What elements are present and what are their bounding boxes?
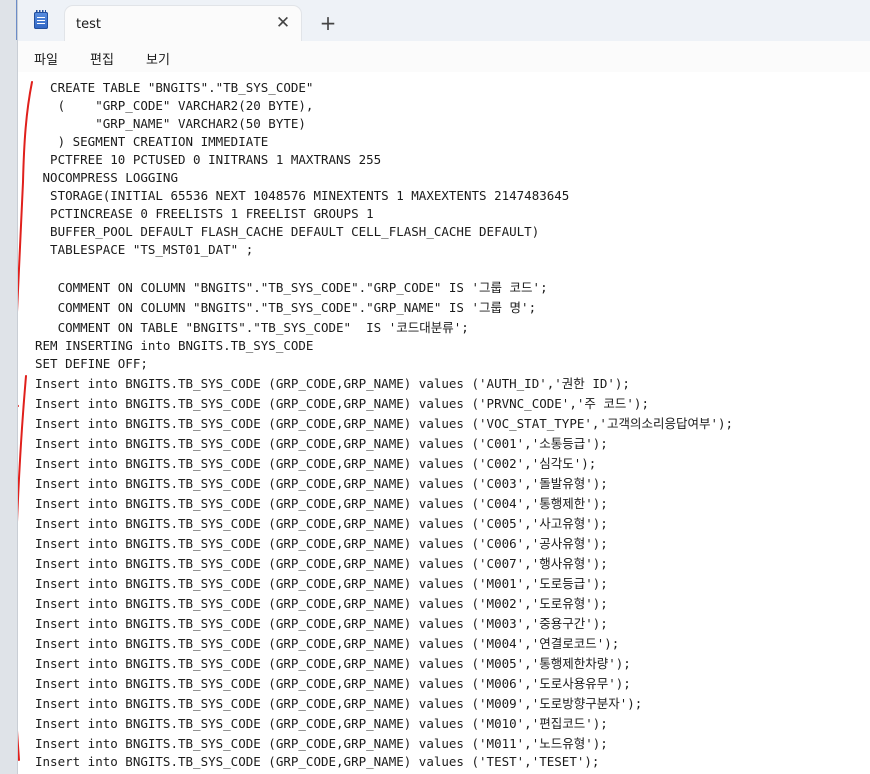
code-line: BUFFER_POOL DEFAULT FLASH_CACHE DEFAULT … [35,224,540,239]
tab-test[interactable]: test ✕ [65,6,301,41]
menu-edit[interactable]: 편집 [90,49,114,68]
code-line: Insert into BNGITS.TB_SYS_CODE (GRP_CODE… [35,416,734,431]
code-line: COMMENT ON COLUMN "BNGITS"."TB_SYS_CODE"… [35,300,537,315]
menu-view[interactable]: 보기 [146,49,170,68]
code-line: Insert into BNGITS.TB_SYS_CODE (GRP_CODE… [35,496,608,511]
code-line: Insert into BNGITS.TB_SYS_CODE (GRP_CODE… [35,556,608,571]
code-line: STORAGE(INITIAL 65536 NEXT 1048576 MINEX… [35,188,570,203]
code-line: PCTFREE 10 PCTUSED 0 INITRANS 1 MAXTRANS… [35,152,382,167]
close-tab-icon[interactable]: ✕ [273,13,293,33]
code-line: Insert into BNGITS.TB_SYS_CODE (GRP_CODE… [35,436,608,451]
code-line: Insert into BNGITS.TB_SYS_CODE (GRP_CODE… [35,616,608,631]
code-line: Insert into BNGITS.TB_SYS_CODE (GRP_CODE… [35,676,631,691]
code-line: Insert into BNGITS.TB_SYS_CODE (GRP_CODE… [35,596,608,611]
code-line: Insert into BNGITS.TB_SYS_CODE (GRP_CODE… [35,516,608,531]
new-tab-icon[interactable]: + [316,12,340,36]
tab-strip: test ✕ + [18,0,870,41]
code-line: PCTINCREASE 0 FREELISTS 1 FREELIST GROUP… [35,206,374,221]
menu-bar: 파일 편집 보기 [18,41,870,73]
code-line: COMMENT ON COLUMN "BNGITS"."TB_SYS_CODE"… [35,280,548,295]
code-line: Insert into BNGITS.TB_SYS_CODE (GRP_CODE… [35,716,608,731]
code-line: REM INSERTING into BNGITS.TB_SYS_CODE [35,338,314,353]
text-editor[interactable]: CREATE TABLE "BNGITS"."TB_SYS_CODE" ( "G… [18,72,870,774]
code-line: Insert into BNGITS.TB_SYS_CODE (GRP_CODE… [35,656,631,671]
code-line: Insert into BNGITS.TB_SYS_CODE (GRP_CODE… [35,636,620,651]
code-line: ( "GRP_CODE" VARCHAR2(20 BYTE), [35,98,314,113]
code-line: COMMENT ON TABLE "BNGITS"."TB_SYS_CODE" … [35,320,469,335]
code-line: CREATE TABLE "BNGITS"."TB_SYS_CODE" [35,80,314,95]
code-line: Insert into BNGITS.TB_SYS_CODE (GRP_CODE… [35,696,643,711]
code-line: Insert into BNGITS.TB_SYS_CODE (GRP_CODE… [35,456,597,471]
code-line: Insert into BNGITS.TB_SYS_CODE (GRP_CODE… [35,536,608,551]
code-line: "GRP_NAME" VARCHAR2(50 BYTE) [35,116,306,131]
code-line: NOCOMPRESS LOGGING [35,170,178,185]
menu-file[interactable]: 파일 [34,49,58,68]
code-line: SET DEFINE OFF; [35,356,148,371]
tab-title: test [76,17,101,32]
code-line: Insert into BNGITS.TB_SYS_CODE (GRP_CODE… [35,396,649,411]
code-line: Insert into BNGITS.TB_SYS_CODE (GRP_CODE… [35,736,608,751]
notepad-icon [34,10,48,29]
code-line: ) SEGMENT CREATION IMMEDIATE [35,134,269,149]
code-line: Insert into BNGITS.TB_SYS_CODE (GRP_CODE… [35,576,608,591]
code-line: Insert into BNGITS.TB_SYS_CODE (GRP_CODE… [35,754,600,769]
window-accent-line [16,0,17,40]
code-line: Insert into BNGITS.TB_SYS_CODE (GRP_CODE… [35,476,608,491]
code-line: TABLESPACE "TS_MST01_DAT" ; [35,242,254,257]
window-left-border [0,0,18,774]
code-line: Insert into BNGITS.TB_SYS_CODE (GRP_CODE… [35,376,630,391]
